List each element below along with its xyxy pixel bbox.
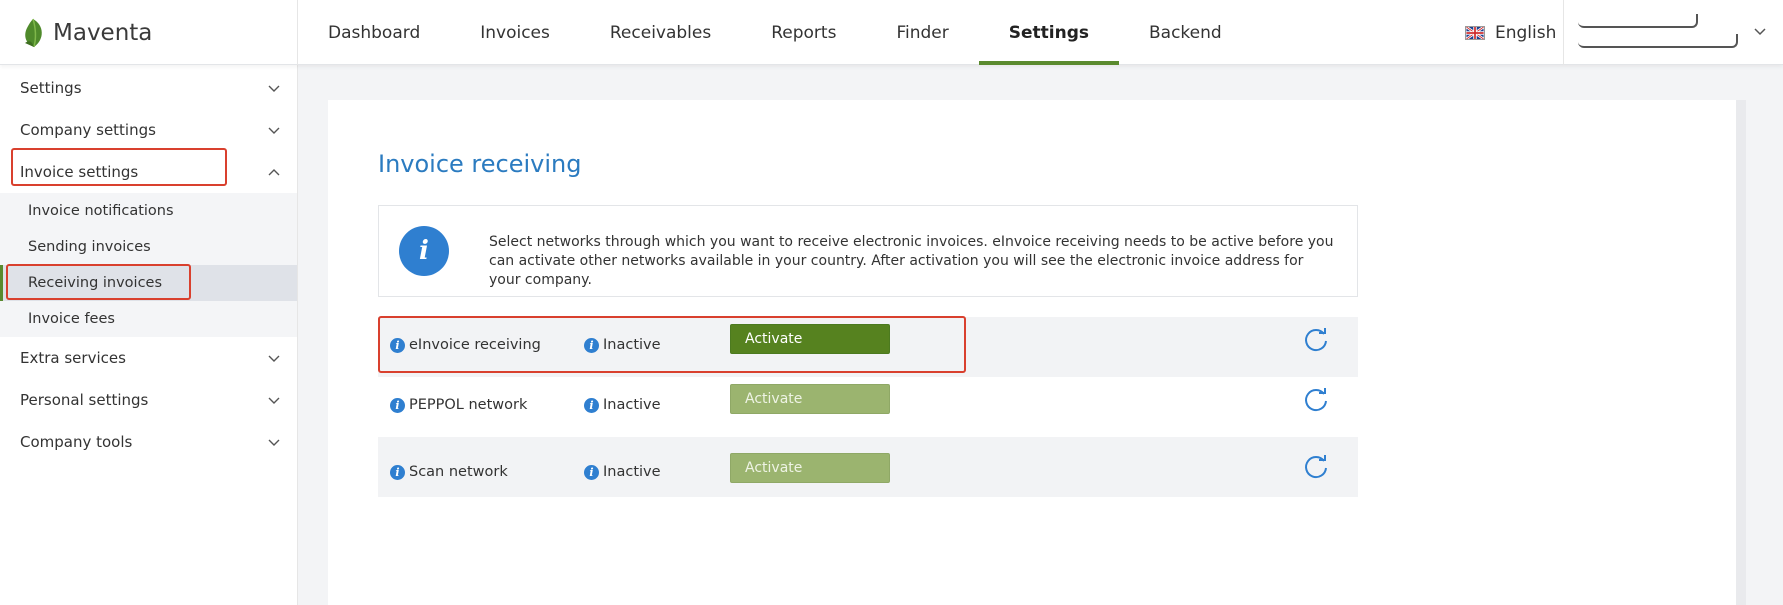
sidebar-item-label: Extra services <box>20 349 126 367</box>
tab-finder[interactable]: Finder <box>866 0 978 65</box>
info-icon[interactable]: i <box>390 337 405 353</box>
brand-name: Maventa <box>53 19 153 46</box>
sidebar-item-label: Company settings <box>20 121 156 139</box>
network-name-label: eInvoice receiving <box>409 337 541 353</box>
activate-button[interactable]: Activate <box>730 324 890 354</box>
tab-receivables[interactable]: Receivables <box>580 0 741 65</box>
tab-backend[interactable]: Backend <box>1119 0 1252 65</box>
info-icon[interactable]: i <box>584 397 599 413</box>
leaf-logo-icon <box>25 18 42 47</box>
tab-dashboard[interactable]: Dashboard <box>298 0 450 65</box>
network-row-einvoice: i eInvoice receiving i Inactive Activate <box>378 317 1358 377</box>
info-text: Select networks through which you want t… <box>489 234 1334 288</box>
refresh-icon[interactable] <box>1302 453 1330 481</box>
sidebar: Settings Company settings Invoice settin… <box>0 65 298 605</box>
info-icon[interactable]: i <box>390 397 405 413</box>
top-bar: Maventa Dashboard Invoices Receivables R… <box>0 0 1783 65</box>
invoice-settings-submenu: Invoice notifications Sending invoices R… <box>0 193 297 337</box>
network-name: i Scan network <box>390 464 508 480</box>
chevron-up-icon <box>268 169 280 176</box>
sidebar-item-extra-services[interactable]: Extra services <box>0 337 297 379</box>
company-name-redacted <box>1578 34 1738 48</box>
network-name: i PEPPOL network <box>390 397 527 413</box>
sidebar-item-label: Personal settings <box>20 391 149 409</box>
activate-button[interactable]: Activate <box>730 384 890 414</box>
sidebar-subitem-invoice-fees[interactable]: Invoice fees <box>0 301 297 337</box>
sidebar-subitem-sending-invoices[interactable]: Sending invoices <box>0 229 297 265</box>
info-box: i Select networks through which you want… <box>378 205 1358 297</box>
network-status: i Inactive <box>584 337 661 353</box>
chevron-down-icon <box>268 127 280 134</box>
status-label: Inactive <box>603 464 661 480</box>
chevron-down-icon <box>268 355 280 362</box>
network-status: i Inactive <box>584 464 661 480</box>
refresh-icon[interactable] <box>1302 326 1330 354</box>
uk-flag-icon <box>1465 25 1485 40</box>
sidebar-subitem-receiving-invoices[interactable]: Receiving invoices <box>0 265 297 301</box>
user-name-redacted <box>1578 14 1698 28</box>
sidebar-item-label: Invoice settings <box>20 163 139 181</box>
activate-button[interactable]: Activate <box>730 453 890 483</box>
language-label: English <box>1495 22 1557 43</box>
page-title: Invoice receiving <box>378 150 582 178</box>
chevron-down-icon <box>268 397 280 404</box>
sidebar-item-label: Company tools <box>20 433 133 451</box>
info-icon[interactable]: i <box>390 464 405 480</box>
status-label: Inactive <box>603 337 661 353</box>
main-nav: Dashboard Invoices Receivables Reports F… <box>298 0 1252 65</box>
sidebar-item-personal-settings[interactable]: Personal settings <box>0 379 297 421</box>
user-menu[interactable] <box>1563 0 1783 65</box>
network-status: i Inactive <box>584 397 661 413</box>
status-label: Inactive <box>603 397 661 413</box>
brand[interactable]: Maventa <box>0 0 298 65</box>
sidebar-subitem-invoice-notifications[interactable]: Invoice notifications <box>0 193 297 229</box>
chevron-down-icon <box>268 439 280 446</box>
sidebar-item-company-tools[interactable]: Company tools <box>0 421 297 463</box>
network-name-label: PEPPOL network <box>409 397 528 413</box>
info-icon[interactable]: i <box>584 337 599 353</box>
main-panel: Invoice receiving i Select networks thro… <box>328 100 1746 605</box>
refresh-icon[interactable] <box>1302 386 1330 414</box>
chevron-down-icon <box>268 85 280 92</box>
info-icon[interactable]: i <box>584 464 599 480</box>
tab-invoices[interactable]: Invoices <box>450 0 580 65</box>
language-selector[interactable]: English <box>1465 0 1556 65</box>
tab-reports[interactable]: Reports <box>741 0 866 65</box>
sidebar-item-invoice-settings[interactable]: Invoice settings <box>0 151 297 193</box>
network-name: i eInvoice receiving <box>390 337 541 353</box>
tab-settings[interactable]: Settings <box>978 0 1120 65</box>
chevron-down-icon[interactable] <box>1753 25 1767 39</box>
info-icon: i <box>399 226 449 276</box>
sidebar-item-label: Settings <box>20 79 82 97</box>
sidebar-item-company-settings[interactable]: Company settings <box>0 109 297 151</box>
network-name-label: Scan network <box>409 464 508 480</box>
sidebar-item-settings[interactable]: Settings <box>0 67 297 109</box>
network-row-peppol: i PEPPOL network i Inactive Activate <box>378 377 1358 437</box>
network-row-scan: i Scan network i Inactive Activate <box>378 437 1358 497</box>
